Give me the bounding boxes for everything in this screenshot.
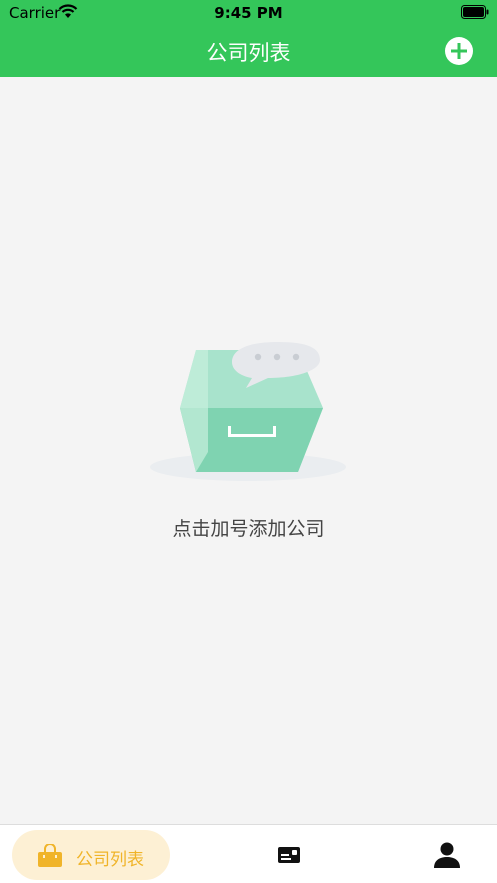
empty-state-message: 点击加号添加公司 (172, 518, 325, 540)
shopping-bag-icon (38, 844, 62, 867)
status-time: 9:45 PM (214, 4, 283, 22)
tab-company-list-label: 公司列表 (76, 850, 144, 870)
page-title: 公司列表 (206, 41, 291, 65)
id-card-icon[interactable] (277, 845, 301, 865)
navigation-header: Carrier 9:45 PM 公司列表 (0, 0, 497, 77)
battery-icon (461, 5, 489, 19)
status-bar: Carrier 9:45 PM (0, 0, 497, 26)
tab-company-list[interactable]: 公司列表 (12, 830, 170, 880)
person-icon[interactable] (433, 841, 461, 869)
add-company-button[interactable] (445, 37, 473, 65)
plus-circle-icon (451, 43, 467, 59)
empty-box-illustration (150, 342, 346, 481)
bottom-tab-bar: 公司列表 (0, 824, 497, 883)
